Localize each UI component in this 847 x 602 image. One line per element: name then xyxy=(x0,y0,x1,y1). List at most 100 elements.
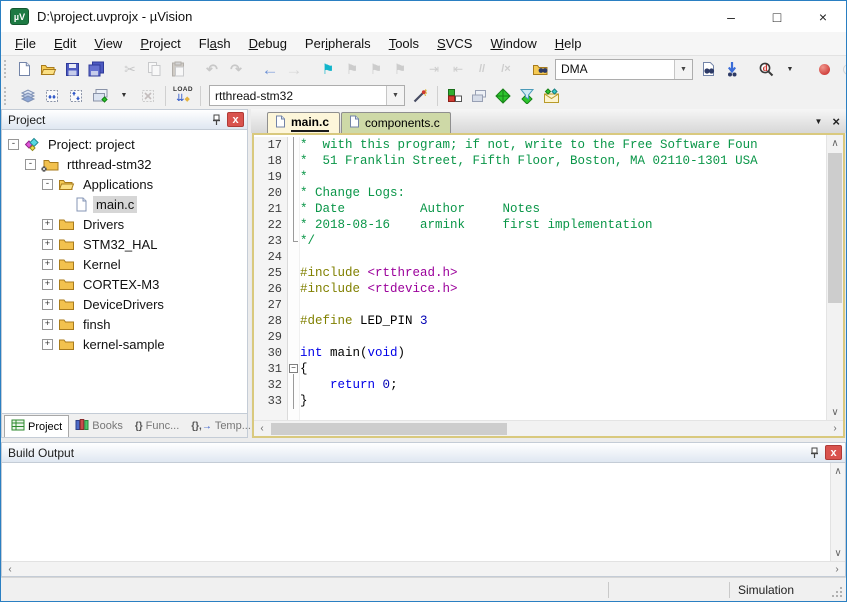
incremental-find-icon[interactable] xyxy=(720,57,744,81)
code-line[interactable]: 20* Change Logs: xyxy=(254,185,826,201)
menu-project[interactable]: Project xyxy=(131,34,189,53)
tree-item-label[interactable]: STM32_HAL xyxy=(80,236,160,253)
scroll-right-icon[interactable]: › xyxy=(827,421,843,436)
code-line[interactable]: 22* 2018-08-16 armink first implementati… xyxy=(254,217,826,233)
translate-file-icon[interactable] xyxy=(16,84,40,108)
breakpoint-toggle-icon[interactable] xyxy=(812,57,836,81)
code-line[interactable]: 29 xyxy=(254,329,826,345)
collapse-icon[interactable]: - xyxy=(42,179,53,190)
nav-back-icon[interactable]: ← xyxy=(258,57,282,81)
menu-help[interactable]: Help xyxy=(546,34,591,53)
load-icon[interactable]: LOAD⇊◆ xyxy=(171,84,195,108)
scroll-down-icon[interactable]: ∨ xyxy=(827,404,843,420)
tree-item-drivers[interactable]: +Drivers xyxy=(2,214,247,234)
tab-list-chevron-icon[interactable]: ▼ xyxy=(814,117,822,126)
search-combobox[interactable]: DMA▼ xyxy=(555,59,693,80)
pin-icon[interactable] xyxy=(207,111,225,128)
panel-tab-func[interactable]: {}Func... xyxy=(129,414,185,437)
document-tab-components-c[interactable]: components.c xyxy=(341,112,451,133)
expand-icon[interactable]: + xyxy=(42,319,53,330)
expand-icon[interactable]: + xyxy=(42,259,53,270)
build-output-close-icon[interactable]: x xyxy=(825,445,842,460)
scroll-up-icon[interactable]: ∧ xyxy=(827,135,843,151)
panel-tab-project[interactable]: Project xyxy=(4,415,69,437)
expand-icon[interactable]: + xyxy=(42,279,53,290)
target-value[interactable]: rtthread-stm32 xyxy=(210,89,386,103)
code-line[interactable]: 31−{ xyxy=(254,361,826,377)
expand-icon[interactable]: + xyxy=(42,339,53,350)
document-tab-main-c[interactable]: main.c xyxy=(267,112,340,133)
collapse-icon[interactable]: - xyxy=(8,139,19,150)
undo-icon[interactable]: ↶ xyxy=(200,57,224,81)
save-all-icon[interactable] xyxy=(84,57,108,81)
scrollbar-thumb[interactable] xyxy=(828,153,842,303)
tree-item-cortex-m3[interactable]: +CORTEX-M3 xyxy=(2,274,247,294)
toolbar-drag-handle[interactable] xyxy=(4,87,10,105)
menu-window[interactable]: Window xyxy=(481,34,545,53)
bookmark-next-icon[interactable]: ⚑ xyxy=(364,57,388,81)
target-select-combobox[interactable]: rtthread-stm32▼ xyxy=(209,85,405,106)
caret-down-icon[interactable]: ▼ xyxy=(778,57,802,81)
code-line[interactable]: 24 xyxy=(254,249,826,265)
code-line[interactable]: 19* xyxy=(254,169,826,185)
find-in-files-doc-icon[interactable] xyxy=(696,57,720,81)
panel-tab-temp[interactable]: {},→Temp... xyxy=(185,414,257,437)
tree-item-label[interactable]: main.c xyxy=(93,196,137,213)
menu-debug[interactable]: Debug xyxy=(240,34,296,53)
tree-item-devicedrivers[interactable]: +DeviceDrivers xyxy=(2,294,247,314)
close-document-icon[interactable]: × xyxy=(832,114,840,129)
code-line[interactable]: 33} xyxy=(254,393,826,409)
tree-item-label[interactable]: Applications xyxy=(80,176,156,193)
close-button[interactable]: × xyxy=(800,1,846,32)
scroll-left-icon[interactable]: ‹ xyxy=(2,562,18,576)
tree-item-applications[interactable]: - Applications xyxy=(2,174,247,194)
tree-item-label[interactable]: kernel-sample xyxy=(80,336,168,353)
scroll-left-icon[interactable]: ‹ xyxy=(254,421,270,436)
code-editor[interactable]: 17* with this program; if not, write to … xyxy=(254,135,826,420)
editor-vertical-scrollbar[interactable]: ∧ ∨ xyxy=(826,135,843,420)
stop-build-icon[interactable] xyxy=(136,84,160,108)
code-line[interactable]: 23*/ xyxy=(254,233,826,249)
expand-icon[interactable]: + xyxy=(42,299,53,310)
tree-item-label[interactable]: Project: project xyxy=(45,136,138,153)
maximize-button[interactable]: □ xyxy=(754,1,800,32)
menu-flash[interactable]: Flash xyxy=(190,34,240,53)
menu-file[interactable]: File xyxy=(6,34,45,53)
fold-collapse-icon[interactable]: − xyxy=(288,361,300,377)
bookmark-clear-icon[interactable]: ⚑ xyxy=(388,57,412,81)
scroll-up-icon[interactable]: ∧ xyxy=(831,463,845,479)
tree-item-kernel-sample[interactable]: + kernel-sample xyxy=(2,334,247,354)
nav-forward-icon[interactable]: → xyxy=(282,57,306,81)
tree-item-project-project[interactable]: - Project: project xyxy=(2,134,247,154)
scroll-down-icon[interactable]: ∨ xyxy=(831,545,845,561)
debug-viewer-icon[interactable]: d xyxy=(754,57,778,81)
manage-rte-icon[interactable] xyxy=(443,84,467,108)
select-folders-icon[interactable] xyxy=(515,84,539,108)
batch-build-icon[interactable] xyxy=(88,84,112,108)
file-extensions-icon[interactable] xyxy=(539,84,563,108)
paste-icon[interactable] xyxy=(166,57,190,81)
save-icon[interactable] xyxy=(60,57,84,81)
tree-item-kernel[interactable]: + Kernel xyxy=(2,254,247,274)
breakpoint-disable-icon[interactable] xyxy=(836,57,846,81)
build-icon[interactable] xyxy=(40,84,64,108)
caret-down-icon[interactable]: ▼ xyxy=(112,84,136,108)
tree-item-label[interactable]: Kernel xyxy=(80,256,124,273)
toolbar-drag-handle[interactable] xyxy=(4,60,6,78)
expand-icon[interactable]: + xyxy=(42,239,53,250)
collapse-icon[interactable]: - xyxy=(25,159,36,170)
code-line[interactable]: 25#include <rtthread.h> xyxy=(254,265,826,281)
menu-edit[interactable]: Edit xyxy=(45,34,85,53)
editor-horizontal-scrollbar[interactable]: ‹ › xyxy=(254,420,843,436)
search-value[interactable]: DMA xyxy=(556,62,674,76)
menu-tools[interactable]: Tools xyxy=(380,34,428,53)
code-line[interactable]: 18* 51 Franklin Street, Fifth Floor, Bos… xyxy=(254,153,826,169)
menu-peripherals[interactable]: Peripherals xyxy=(296,34,380,53)
build-output-horizontal-scrollbar[interactable]: ‹ › xyxy=(2,561,845,576)
find-in-files-icon[interactable] xyxy=(528,57,552,81)
code-line[interactable]: 30int main(void) xyxy=(254,345,826,361)
pin-icon[interactable] xyxy=(805,444,823,461)
expand-icon[interactable]: + xyxy=(42,219,53,230)
tree-item-main-c[interactable]: main.c xyxy=(2,194,247,214)
menu-view[interactable]: View xyxy=(85,34,131,53)
